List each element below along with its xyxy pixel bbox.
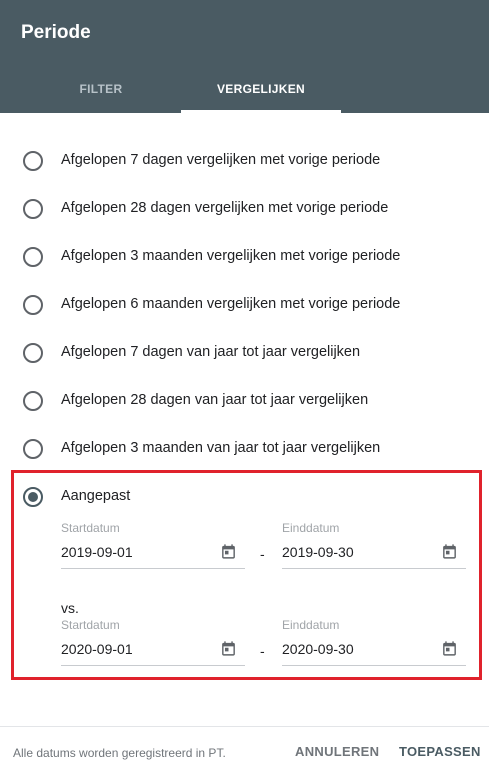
option-label: Afgelopen 7 dagen van jaar tot jaar verg… bbox=[61, 344, 361, 360]
option-last-3-months-prev-period[interactable]: Afgelopen 3 maanden vergelijken met vori… bbox=[0, 233, 489, 281]
cancel-button[interactable]: ANNULEREN bbox=[295, 744, 379, 759]
compare-end-date-label: Einddatum bbox=[282, 618, 340, 632]
option-last-6-months-prev-period[interactable]: Afgelopen 6 maanden vergelijken met vori… bbox=[0, 281, 489, 329]
compare-start-date-field[interactable]: 2020-09-01 bbox=[61, 634, 245, 666]
start-date-label: Startdatum bbox=[61, 521, 120, 535]
compare-end-date-field[interactable]: 2020-09-30 bbox=[282, 634, 466, 666]
vs-label: vs. bbox=[61, 600, 79, 616]
footer-divider bbox=[0, 726, 489, 727]
option-last-28-days-year-over-year[interactable]: Afgelopen 28 dagen van jaar tot jaar ver… bbox=[0, 377, 489, 425]
compare-start-date-value: 2020-09-01 bbox=[61, 641, 133, 657]
calendar-icon[interactable] bbox=[441, 640, 458, 657]
tab-filter[interactable]: FILTER bbox=[21, 80, 181, 113]
tab-compare[interactable]: VERGELIJKEN bbox=[181, 80, 341, 113]
compare-start-date-label: Startdatum bbox=[61, 618, 120, 632]
active-tab-indicator bbox=[181, 110, 341, 113]
radio-button[interactable] bbox=[23, 295, 43, 315]
end-date-value: 2019-09-30 bbox=[282, 544, 354, 560]
dialog-header: Periode FILTER VERGELIJKEN bbox=[0, 0, 489, 113]
option-last-7-days-year-over-year[interactable]: Afgelopen 7 dagen van jaar tot jaar verg… bbox=[0, 329, 489, 377]
radio-button[interactable] bbox=[23, 343, 43, 363]
range-separator: - bbox=[260, 643, 265, 659]
range-separator: - bbox=[260, 546, 265, 562]
end-date-label: Einddatum bbox=[282, 521, 340, 535]
calendar-icon[interactable] bbox=[220, 640, 237, 657]
option-label: Afgelopen 6 maanden vergelijken met vori… bbox=[61, 296, 401, 312]
timezone-note: Alle datums worden geregistreerd in PT. bbox=[13, 746, 226, 760]
end-date-field[interactable]: 2019-09-30 bbox=[282, 537, 466, 569]
compare-end-date-value: 2020-09-30 bbox=[282, 641, 354, 657]
dialog-title: Periode bbox=[21, 22, 91, 43]
radio-button[interactable] bbox=[23, 151, 43, 171]
option-label: Afgelopen 7 dagen vergelijken met vorige… bbox=[61, 152, 381, 168]
option-label: Afgelopen 28 dagen vergelijken met vorig… bbox=[61, 200, 389, 216]
option-label: Afgelopen 28 dagen van jaar tot jaar ver… bbox=[61, 392, 369, 408]
radio-button[interactable] bbox=[23, 199, 43, 219]
start-date-field[interactable]: 2019-09-01 bbox=[61, 537, 245, 569]
option-last-7-days-prev-period[interactable]: Afgelopen 7 dagen vergelijken met vorige… bbox=[0, 137, 489, 185]
radio-button[interactable] bbox=[23, 247, 43, 267]
option-last-3-months-year-over-year[interactable]: Afgelopen 3 maanden van jaar tot jaar ve… bbox=[0, 425, 489, 473]
option-last-28-days-prev-period[interactable]: Afgelopen 28 dagen vergelijken met vorig… bbox=[0, 185, 489, 233]
option-label: Afgelopen 3 maanden van jaar tot jaar ve… bbox=[61, 440, 381, 456]
option-label: Afgelopen 3 maanden vergelijken met vori… bbox=[61, 248, 401, 264]
start-date-value: 2019-09-01 bbox=[61, 544, 133, 560]
calendar-icon[interactable] bbox=[441, 543, 458, 560]
apply-button[interactable]: TOEPASSEN bbox=[399, 744, 481, 759]
radio-button[interactable] bbox=[23, 439, 43, 459]
radio-button[interactable] bbox=[23, 391, 43, 411]
calendar-icon[interactable] bbox=[220, 543, 237, 560]
